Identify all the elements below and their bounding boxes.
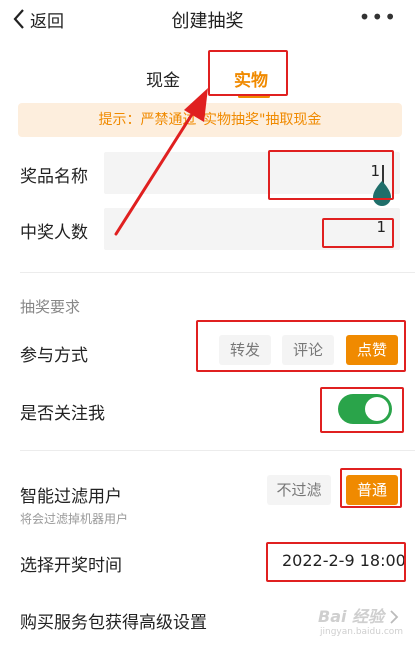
filter-users-label: 智能过滤用户	[20, 487, 122, 507]
participation-label: 参与方式	[20, 346, 88, 366]
option-like[interactable]: 点赞	[346, 335, 398, 365]
lottery-type-tabs: 现金 实物	[0, 50, 415, 98]
winner-count-input[interactable]: 1	[104, 208, 400, 250]
section-divider	[20, 272, 415, 273]
tab-cash[interactable]: 现金	[146, 66, 180, 91]
active-tab-indicator	[238, 95, 270, 98]
filter-users-hint: 将会过滤掉机器用户	[20, 512, 129, 526]
tab-physical-item[interactable]: 实物	[234, 66, 268, 91]
prize-name-value: 1	[370, 162, 380, 180]
option-normal-filter[interactable]: 普通	[346, 475, 398, 505]
follow-label: 是否关注我	[20, 404, 105, 424]
option-no-filter[interactable]: 不过滤	[267, 475, 331, 505]
toggle-knob	[365, 397, 389, 421]
winner-count-value: 1	[376, 218, 386, 236]
prize-name-input[interactable]: 1	[104, 152, 400, 194]
watermark-url: jingyan.baidu.com	[320, 627, 404, 637]
watermark-brand: Bai 经验	[318, 607, 385, 626]
option-repost[interactable]: 转发	[219, 335, 271, 365]
more-options-icon[interactable]: •••	[359, 7, 397, 27]
follow-toggle[interactable]	[338, 394, 392, 424]
section-rules-label: 抽奖要求	[20, 298, 81, 316]
draw-time-value[interactable]: 2022-2-9 18:00	[282, 551, 406, 570]
prize-name-label: 奖品名称	[20, 167, 88, 187]
option-comment[interactable]: 评论	[282, 335, 334, 365]
draw-time-label: 选择开奖时间	[20, 556, 122, 576]
section-divider	[20, 450, 415, 451]
winner-count-label: 中奖人数	[20, 223, 88, 243]
navigation-bar: 返回 创建抽奖 •••	[0, 0, 415, 40]
watermark: Bai 经验 jingyan.baidu.com	[318, 603, 410, 643]
advanced-settings-label[interactable]: 购买服务包获得高级设置	[20, 608, 207, 633]
page-title: 创建抽奖	[171, 11, 244, 32]
selection-handle-icon[interactable]	[371, 180, 393, 208]
notice-banner: 提示：严禁通过"实物抽奖"抽取现金	[18, 103, 402, 137]
